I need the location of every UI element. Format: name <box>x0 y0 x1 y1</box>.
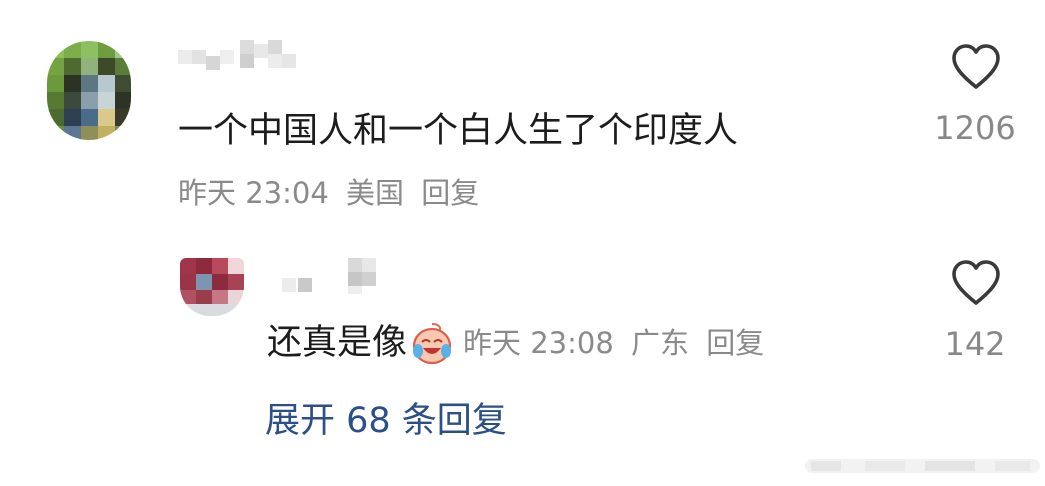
avatar-mosaic-image <box>47 41 131 140</box>
blurred-name-image <box>282 258 376 294</box>
comment-time: 昨天 23:04 <box>178 176 329 210</box>
crying-laughing-emoji-icon <box>409 320 455 366</box>
avatar-mosaic-image <box>180 258 244 316</box>
reply-to-reply-button[interactable]: 回复 <box>706 326 764 360</box>
comment-text: 一个中国人和一个白人生了个印度人 <box>178 111 739 151</box>
comment-location: 美国 <box>346 176 405 210</box>
heart-outline-icon[interactable] <box>950 258 1002 310</box>
reply-meta: 昨天 23:08 广东 回复 <box>463 322 772 364</box>
like-count: 1206 <box>934 109 1016 147</box>
expand-replies-link[interactable]: 展开 68 条回复 <box>265 398 507 444</box>
reply-location: 广东 <box>631 326 690 360</box>
heart-outline-icon[interactable] <box>950 42 1002 94</box>
replier-name-blurred[interactable] <box>282 258 392 298</box>
blurred-name-image <box>178 40 296 70</box>
reply-row: 还真是像 昨天 23:08 广东 回复 <box>267 318 772 368</box>
reply-button[interactable]: 回复 <box>421 176 479 210</box>
commenter-avatar[interactable] <box>47 41 131 140</box>
reply-like-count: 142 <box>944 325 1006 363</box>
comment-meta: 昨天 23:04 美国 回复 <box>178 172 487 214</box>
reply-text: 还真是像 <box>267 323 408 363</box>
watermark <box>805 451 1040 481</box>
commenter-name-blurred[interactable] <box>178 40 298 80</box>
reply-time: 昨天 23:08 <box>463 326 614 360</box>
replier-avatar[interactable] <box>180 258 244 316</box>
